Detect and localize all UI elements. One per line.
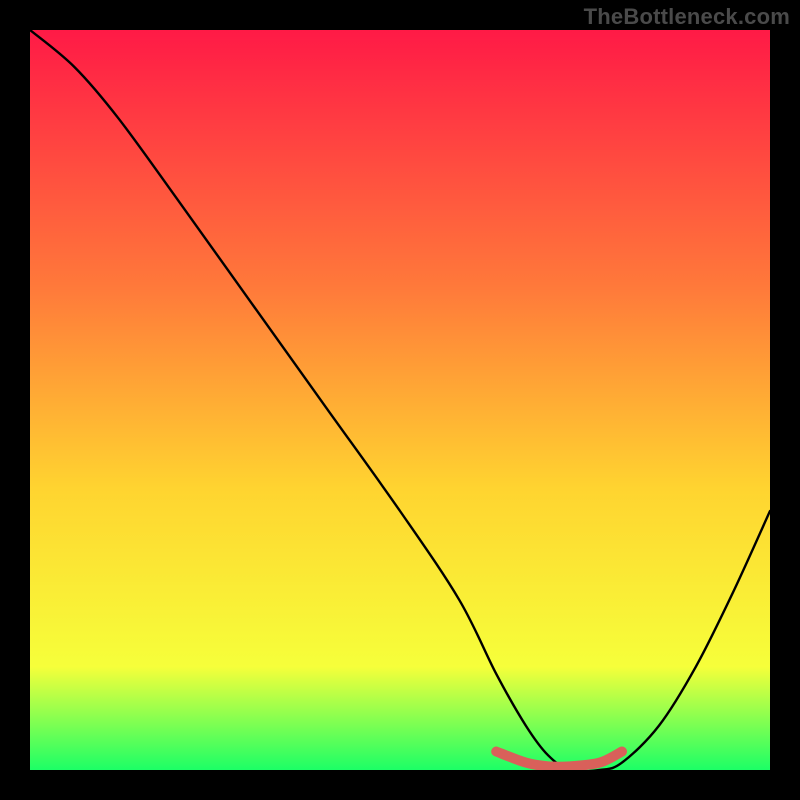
bottleneck-plot [30,30,770,770]
plot-svg [30,30,770,770]
gradient-background [30,30,770,770]
watermark-text: TheBottleneck.com [584,4,790,30]
chart-frame: TheBottleneck.com [0,0,800,800]
